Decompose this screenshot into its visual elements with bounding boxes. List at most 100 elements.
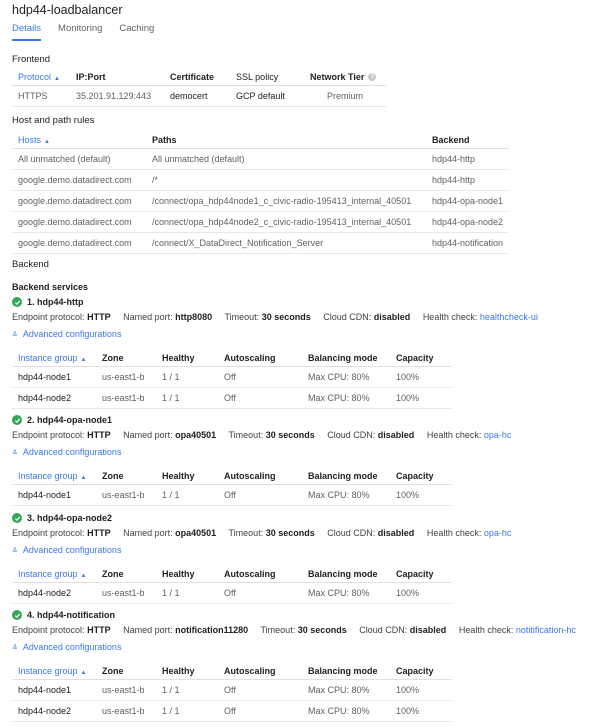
table-row: hdp44-node1 us-east1-b 1 / 1 Off Max CPU: 80…: [12, 484, 452, 506]
sort-asc-icon: ▲: [44, 138, 50, 145]
double-chevron-down-icon: ≚: [12, 332, 18, 339]
instance-group-cell: hdp44-node2: [12, 387, 96, 409]
healthy-cell: 1 / 1: [156, 484, 218, 506]
autoscaling-cell: Off: [218, 679, 302, 701]
tab-bar: Details Monitoring Caching: [12, 23, 171, 41]
network-tier-cell: Premium: [304, 85, 386, 107]
tab-caching[interactable]: Caching: [119, 23, 154, 41]
backend-services-heading: Backend services: [12, 282, 89, 292]
column-header-ssl-policy: SSL policy: [230, 68, 304, 86]
protocol-cell: HTTPS: [12, 85, 70, 107]
sort-asc-icon: ▲: [80, 572, 87, 579]
zone-cell: us-east1-b: [96, 679, 156, 701]
autoscaling-cell: Off: [218, 582, 302, 604]
table-row: google.demo.datadirect.com/connect/opa_h…: [12, 211, 510, 233]
backend-cell: hdp44-opa-node2: [426, 211, 510, 233]
endpoint-protocol-value: HTTP: [87, 312, 111, 322]
ssl-policy-cell: GCP default: [230, 85, 304, 107]
service-details: Endpoint protocol: HTTP Named port: opa4…: [12, 528, 512, 538]
column-header-certificate: Certificate: [164, 68, 230, 86]
tab-monitoring[interactable]: Monitoring: [58, 23, 102, 41]
path-cell: /connect/opa_hdp44node1_c_civic-radio-19…: [146, 190, 426, 212]
check-circle-icon: [12, 610, 22, 620]
column-header-capacity: Capacity: [390, 467, 452, 485]
timeout-value: 30 seconds: [261, 312, 311, 322]
frontend-table: Protocol ▲ IP:Port Certificate SSL policy…: [12, 68, 386, 107]
column-header-healthy: Healthy: [156, 662, 218, 680]
named-port-value: http8080: [175, 312, 213, 322]
service-details: Endpoint protocol: HTTP Named port: noti…: [12, 625, 576, 635]
capacity-cell: 100%: [390, 700, 452, 722]
sort-asc-icon: ▲: [54, 75, 60, 82]
column-header-instance-group[interactable]: Instance group ▲: [12, 349, 96, 367]
table-row: google.demo.datadirect.com/connect/X_Dat…: [12, 232, 510, 254]
host-cell: google.demo.datadirect.com: [12, 232, 146, 254]
service-name: 1. hdp44-http: [12, 297, 84, 307]
balancing-mode-cell: Max CPU: 80%: [302, 366, 390, 388]
tab-details[interactable]: Details: [12, 23, 42, 41]
table-row: google.demo.datadirect.com/connect/opa_h…: [12, 190, 510, 212]
autoscaling-cell: Off: [218, 484, 302, 506]
timeout-value: 30 seconds: [297, 625, 347, 635]
capacity-cell: 100%: [390, 484, 452, 506]
service-details: Endpoint protocol: HTTP Named port: http…: [12, 312, 538, 322]
frontend-heading: Frontend: [12, 54, 51, 65]
path-cell: /connect/X_DataDirect_Notification_Serve…: [146, 232, 426, 254]
host-cell: All unmatched (default): [12, 148, 146, 170]
column-header-capacity: Capacity: [390, 565, 452, 583]
service-details: Endpoint protocol: HTTP Named port: opa4…: [12, 430, 512, 440]
health-check-link[interactable]: opa-hc: [484, 528, 512, 538]
cloud-cdn-value: disabled: [373, 312, 411, 322]
page-title: hdp44-loadbalancer: [12, 3, 123, 17]
health-check-link[interactable]: healthcheck-ui: [480, 312, 538, 322]
column-header-capacity: Capacity: [390, 662, 452, 680]
capacity-cell: 100%: [390, 679, 452, 701]
column-header-instance-group[interactable]: Instance group ▲: [12, 662, 96, 680]
table-row: hdp44-node1 us-east1-b 1 / 1 Off Max CPU: 80…: [12, 366, 452, 388]
named-port-value: opa40501: [175, 430, 217, 440]
balancing-mode-cell: Max CPU: 80%: [302, 387, 390, 409]
balancing-mode-cell: Max CPU: 80%: [302, 582, 390, 604]
advanced-configurations-toggle[interactable]: ≚ Advanced configurations: [12, 642, 121, 652]
table-row: HTTPS 35.201.91.129:443 democert GCP def…: [12, 85, 386, 107]
column-header-autoscaling: Autoscaling: [218, 467, 302, 485]
autoscaling-cell: Off: [218, 366, 302, 388]
table-row: All unmatched (default) All unmatched (de…: [12, 148, 510, 170]
instance-group-table: Instance group ▲ Zone Healthy Autoscaling Bal…: [12, 349, 452, 409]
advanced-configurations-toggle[interactable]: ≚ Advanced configurations: [12, 545, 121, 555]
table-row: hdp44-node2 us-east1-b 1 / 1 Off Max CPU: 80…: [12, 387, 452, 409]
column-header-zone: Zone: [96, 662, 156, 680]
healthy-cell: 1 / 1: [156, 582, 218, 604]
health-check-link[interactable]: notitification-hc: [516, 625, 576, 635]
autoscaling-cell: Off: [218, 387, 302, 409]
instance-group-table: Instance group ▲ Zone Healthy Autoscaling Bal…: [12, 565, 452, 604]
check-circle-icon: [12, 513, 22, 523]
column-header-autoscaling: Autoscaling: [218, 662, 302, 680]
advanced-configurations-toggle[interactable]: ≚ Advanced configurations: [12, 447, 121, 457]
capacity-cell: 100%: [390, 366, 452, 388]
named-port-value: notification11280: [175, 625, 249, 635]
column-header-instance-group[interactable]: Instance group ▲: [12, 467, 96, 485]
healthy-cell: 1 / 1: [156, 679, 218, 701]
column-header-healthy: Healthy: [156, 467, 218, 485]
double-chevron-down-icon: ≚: [12, 645, 18, 652]
column-header-protocol[interactable]: Protocol ▲: [12, 68, 70, 86]
advanced-configurations-toggle[interactable]: ≚ Advanced configurations: [12, 329, 121, 339]
table-row: google.demo.datadirect.com/* hdp44-http: [12, 169, 510, 191]
instance-group-table: Instance group ▲ Zone Healthy Autoscaling Bal…: [12, 467, 452, 506]
column-header-autoscaling: Autoscaling: [218, 565, 302, 583]
health-check-link[interactable]: opa-hc: [484, 430, 512, 440]
instance-group-cell: hdp44-node1: [12, 484, 96, 506]
backend-cell: hdp44-http: [426, 169, 510, 191]
help-icon[interactable]: ?: [368, 73, 377, 82]
path-cell: /connect/opa_hdp44node2_c_civic-radio-19…: [146, 211, 426, 233]
service-name: 3. hdp44-opa-node2: [12, 513, 112, 523]
table-row: hdp44-node1 us-east1-b 1 / 1 Off Max CPU: 80…: [12, 679, 452, 701]
column-header-instance-group[interactable]: Instance group ▲: [12, 565, 96, 583]
column-header-hosts[interactable]: Hosts ▲: [12, 131, 146, 149]
zone-cell: us-east1-b: [96, 582, 156, 604]
instance-group-cell: hdp44-node2: [12, 582, 96, 604]
instance-group-cell: hdp44-node2: [12, 700, 96, 722]
sort-asc-icon: ▲: [80, 669, 87, 676]
host-cell: google.demo.datadirect.com: [12, 211, 146, 233]
